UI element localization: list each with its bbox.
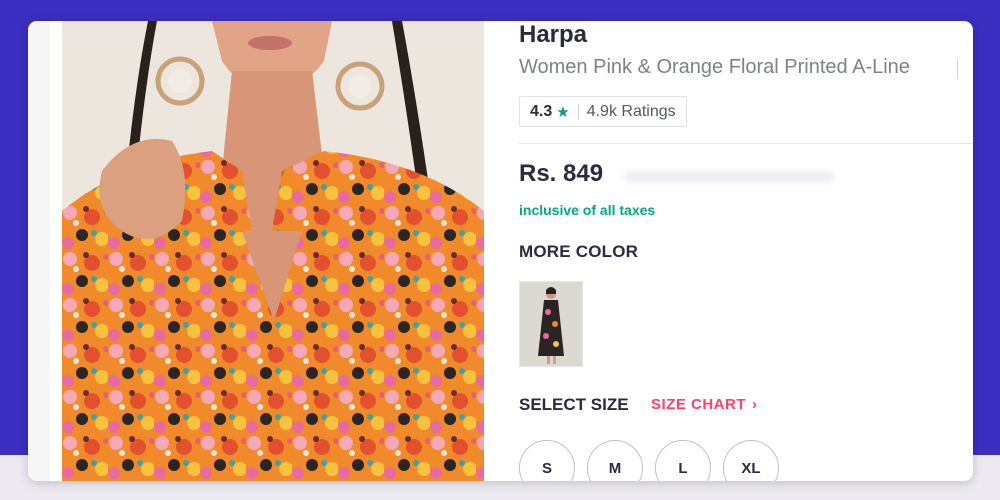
product-price: Rs. 849 — [519, 160, 604, 187]
rating-separator — [577, 103, 579, 120]
product-image[interactable] — [62, 21, 484, 481]
gallery-edge — [50, 21, 62, 481]
size-options: S M L XL — [519, 440, 779, 481]
title-caret — [957, 59, 958, 79]
section-divider — [519, 143, 973, 144]
chevron-right-icon: › — [752, 396, 758, 413]
rating-value: 4.3 — [530, 102, 553, 120]
product-details: Harpa Women Pink & Orange Floral Printed… — [484, 21, 973, 481]
product-title: Women Pink & Orange Floral Printed A-Lin… — [519, 56, 910, 78]
rating-count: 4.9k Ratings — [586, 102, 676, 120]
color-option-thumbnail[interactable] — [519, 281, 583, 367]
brand-name[interactable]: Harpa — [519, 21, 587, 49]
size-button-m[interactable]: M — [587, 440, 643, 481]
size-button-s[interactable]: S — [519, 440, 575, 481]
size-chart-link[interactable]: SIZE CHART › — [651, 396, 758, 413]
select-size-heading: SELECT SIZE — [519, 395, 629, 414]
star-icon: ★ — [556, 103, 570, 121]
size-button-l[interactable]: L — [655, 440, 711, 481]
tax-note: inclusive of all taxes — [519, 202, 656, 218]
product-card: Harpa Women Pink & Orange Floral Printed… — [28, 21, 973, 481]
more-color-heading: MORE COLOR — [519, 242, 639, 261]
dress-thumbnail-icon — [520, 282, 582, 366]
ratings-badge[interactable]: 4.3 ★ 4.9k Ratings — [519, 96, 687, 127]
product-photo-icon — [62, 21, 484, 481]
size-chart-label: SIZE CHART — [651, 396, 746, 413]
size-button-xl[interactable]: XL — [723, 440, 779, 481]
price-blur-overlay — [624, 171, 834, 183]
image-gallery-strip — [28, 21, 62, 481]
